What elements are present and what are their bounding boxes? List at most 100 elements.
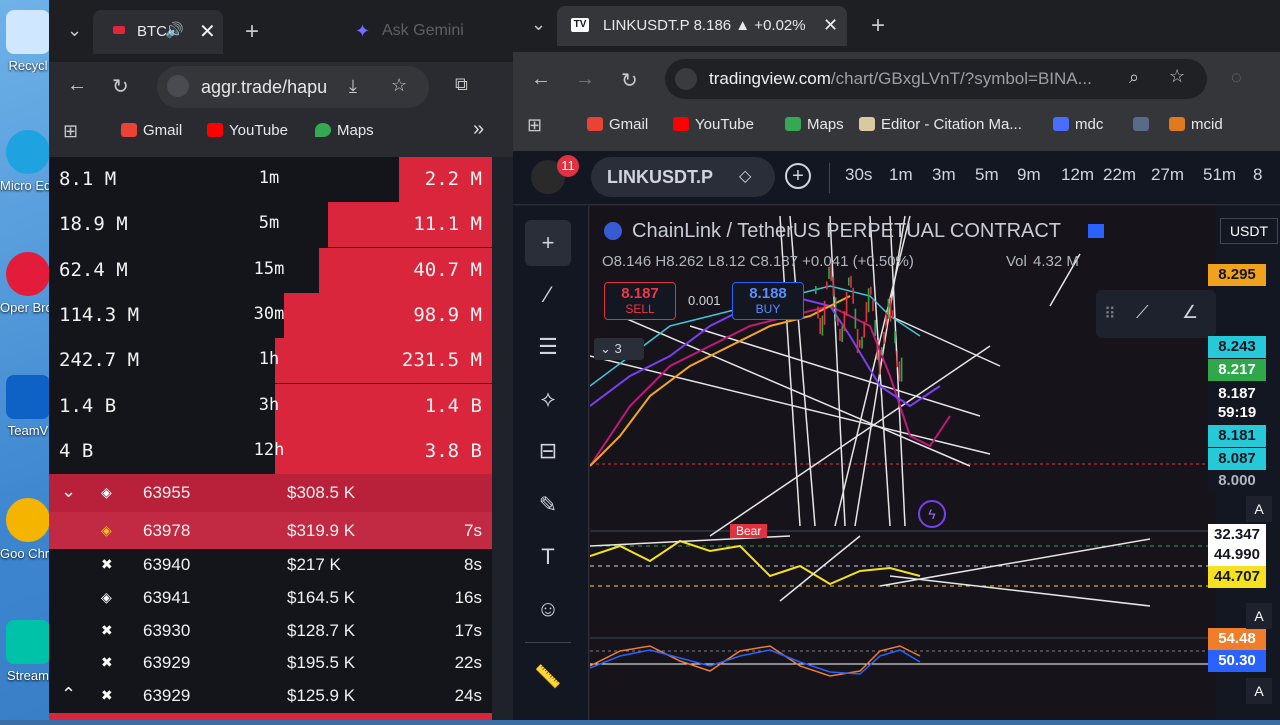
chart-area[interactable]: ChainLink / TetherUS PERPETUAL CONTRACT … — [589, 206, 1216, 720]
zoom-icon[interactable]: ⌕ — [1129, 67, 1139, 88]
site-info-icon[interactable] — [167, 75, 189, 97]
candle — [892, 310, 894, 319]
drag-handle-icon[interactable]: ⠿ — [1104, 304, 1116, 324]
sync-icon[interactable]: ◌ — [1231, 67, 1242, 88]
line-tool-icon[interactable]: ⟋ — [1136, 302, 1149, 323]
back-icon[interactable]: ← — [531, 68, 551, 91]
tab-btc[interactable]: BTC 🔊 ✕ — [93, 10, 223, 54]
interval-button[interactable]: 51m — [1203, 165, 1236, 185]
interval-button[interactable]: 1m — [889, 165, 913, 185]
bookmark-item[interactable] — [1133, 112, 1149, 136]
tab-tradingview[interactable]: TV LINKUSDT.P 8.186 ▲ +0.02% M ✕ — [557, 6, 847, 46]
left-volume: 18.9 M — [59, 213, 128, 236]
brush-tool-icon[interactable]: ✎ — [525, 482, 571, 528]
bookmark-item[interactable]: Editor - Citation Ma... — [859, 112, 1022, 136]
emoji-tool-icon[interactable]: ☺ — [525, 586, 571, 632]
bookmark-item[interactable]: Gmail — [587, 112, 648, 136]
back-icon[interactable]: ← — [67, 74, 87, 97]
auto-scale-button[interactable]: A — [1246, 603, 1272, 629]
candle — [867, 288, 870, 313]
pattern-tool-icon[interactable]: ⟡ — [525, 376, 571, 422]
collapse-toggle-icon[interactable]: ⌄ — [61, 481, 76, 502]
interval-button[interactable]: 12m — [1061, 165, 1094, 185]
bookmark-item[interactable]: YouTube — [673, 112, 754, 136]
currency-selector[interactable]: USDT — [1220, 218, 1278, 244]
bookmark-gmail[interactable]: Gmail — [121, 118, 182, 142]
price-axis[interactable]: USDT 8.295 8.243 8.217 8.187 59:19 8.181 8.087… — [1208, 206, 1280, 720]
favicon-icon — [113, 26, 125, 34]
right-volume: 2.2 M — [424, 168, 482, 190]
lightning-icon[interactable]: ϟ — [918, 500, 946, 528]
desktop-icon-label: Oper Brov — [0, 300, 56, 315]
reload-icon[interactable]: ↻ — [112, 74, 129, 99]
bookmark-item[interactable]: mdc — [1053, 112, 1103, 136]
extensions-icon[interactable]: ⧉ — [455, 74, 468, 95]
auto-scale-button[interactable]: A — [1246, 496, 1272, 522]
bookmark-item[interactable]: Maps — [785, 112, 844, 136]
gemini-icon: ✦ — [355, 21, 371, 41]
interval-button[interactable]: 9m — [1017, 165, 1041, 185]
auto-scale-button[interactable]: A — [1246, 678, 1272, 704]
indicators-toggle[interactable]: ⌄ 3 — [594, 338, 644, 360]
interval-button[interactable]: 5m — [975, 165, 999, 185]
tab-list-chevron-icon[interactable]: ⌄ — [67, 20, 82, 41]
apps-grid-icon[interactable]: ⊞ — [63, 121, 78, 142]
compare-add-icon[interactable]: + — [785, 163, 811, 189]
close-tab-icon[interactable]: ✕ — [823, 15, 838, 36]
streamlabs-icon[interactable]: Stream — [0, 620, 56, 683]
right-volume: 40.7 M — [413, 258, 482, 281]
interval-button[interactable]: 3m — [932, 165, 956, 185]
ask-gemini-button[interactable]: Ask Gemini — [382, 22, 464, 40]
forecast-tool-icon[interactable]: ⊟ — [525, 428, 571, 474]
toolbar: ← → ↻ tradingview.com/chart/GBxgLVnT/?sy… — [513, 52, 1280, 106]
interval-button[interactable]: 30s — [845, 165, 872, 185]
collapse-toggle-icon[interactable]: ⌃ — [61, 684, 76, 705]
ruler-tool-icon[interactable]: 📏 — [525, 654, 571, 700]
new-tab-icon[interactable]: + — [245, 18, 259, 46]
angle-tool-icon[interactable]: ∠ — [1182, 302, 1198, 323]
fib-tool-icon[interactable]: ☰ — [525, 324, 571, 370]
address-bar[interactable]: aggr.trade/hapu ⤓ ☆ — [157, 66, 429, 108]
recycle-bin-icon[interactable]: Recycl — [0, 10, 56, 73]
forward-icon[interactable]: → — [575, 68, 595, 91]
reload-icon[interactable]: ↻ — [621, 68, 638, 93]
edge-icon[interactable]: Micro Edg — [0, 130, 56, 193]
interval-button[interactable]: 27m — [1151, 165, 1184, 185]
diamond-icon[interactable]: ◇ — [739, 166, 751, 186]
more-bookmarks-icon[interactable]: » — [473, 118, 484, 141]
trendline-tool-icon[interactable]: ⁄ — [525, 272, 571, 318]
address-bar[interactable]: tradingview.com/chart/GBxgLVnT/?symbol=B… — [665, 59, 1207, 99]
buy-button[interactable]: 8.188 BUY — [732, 282, 804, 320]
left-volume: 1.4 B — [59, 394, 117, 417]
site-info-icon[interactable] — [675, 68, 697, 90]
interval-button[interactable]: 22m — [1103, 165, 1136, 185]
sell-button[interactable]: 8.187 SELL — [604, 282, 676, 320]
flag-icon[interactable] — [1088, 224, 1104, 238]
bookmark-favicon-icon — [1053, 117, 1069, 131]
new-tab-icon[interactable]: + — [871, 12, 885, 40]
bookmark-youtube[interactable]: YouTube — [207, 118, 288, 142]
bookmark-star-icon[interactable]: ☆ — [391, 75, 407, 96]
symbol-search[interactable]: LINKUSDT.P ◇ — [591, 157, 775, 197]
trade-age: 7s — [464, 520, 482, 540]
teamviewer-icon[interactable]: TeamV — [0, 375, 56, 438]
bookmark-favicon-icon — [587, 117, 603, 131]
timeframe-label: 1h — [258, 349, 280, 370]
interval-button[interactable]: 8 — [1253, 165, 1262, 185]
crosshair-tool-icon[interactable]: + — [525, 220, 571, 266]
bookmark-item[interactable]: mcid — [1169, 112, 1223, 136]
bookmark-maps[interactable]: Maps — [315, 118, 374, 142]
text-tool-icon[interactable]: T — [525, 534, 571, 580]
bookmark-star-icon[interactable]: ☆ — [1169, 66, 1185, 87]
exchange-x-icon: ✖ — [101, 687, 113, 703]
chrome-icon[interactable]: Goo Chro — [0, 498, 56, 561]
opera-icon[interactable]: Oper Brov — [0, 252, 56, 315]
candle — [832, 276, 835, 297]
bookmark-favicon-icon — [1169, 117, 1185, 131]
trade-age: 17s — [454, 620, 482, 640]
install-icon[interactable]: ⤓ — [349, 76, 357, 97]
tab-list-chevron-icon[interactable]: ⌄ — [531, 14, 546, 35]
audio-icon[interactable]: 🔊 — [165, 21, 184, 39]
close-tab-icon[interactable]: ✕ — [199, 19, 216, 44]
apps-grid-icon[interactable]: ⊞ — [527, 115, 542, 136]
